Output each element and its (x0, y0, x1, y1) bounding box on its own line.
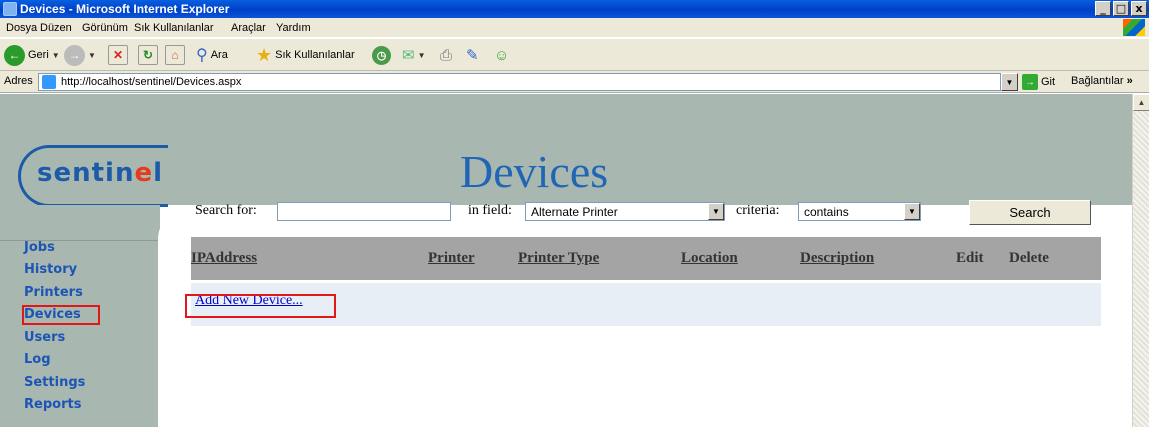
forward-arrow-icon: → (64, 44, 85, 66)
printer-icon: ⎙ (440, 46, 453, 64)
highlight-box-add-device (185, 294, 336, 318)
sidebar-top (0, 205, 160, 240)
search-submit-button[interactable]: Search (969, 200, 1091, 225)
column-printer[interactable]: Printer (428, 250, 475, 267)
print-button[interactable]: ⎙ (440, 44, 452, 66)
chevron-down-icon: ▼ (708, 203, 724, 220)
refresh-icon: ↻ (138, 45, 158, 65)
sidebar-item-users[interactable]: Users (24, 330, 65, 345)
address-input[interactable]: http://localhost/sentinel/Devices.aspx (38, 73, 1001, 91)
go-label: Git (1041, 76, 1056, 88)
page-title: Devices (460, 146, 609, 197)
links-button[interactable]: Bağlantılar » (1071, 75, 1133, 87)
chevron-down-icon: ▼ (904, 203, 920, 220)
minimize-button[interactable]: _ (1095, 1, 1111, 16)
search-button[interactable]: ⚲ Ara (196, 44, 228, 66)
column-delete: Delete (1009, 250, 1049, 266)
menu-edit[interactable]: Düzen (40, 22, 72, 34)
column-edit: Edit (956, 250, 984, 266)
menu-file[interactable]: Dosya (6, 22, 37, 34)
edit-button[interactable]: ✎ (466, 44, 479, 66)
page-icon (42, 75, 56, 89)
stop-icon: ✕ (108, 45, 128, 65)
page-header: sentinel Devices (0, 115, 1132, 207)
home-button[interactable]: ⌂ (165, 44, 185, 66)
sidebar-item-reports[interactable]: Reports (24, 397, 81, 412)
search-for-label: Search for: (195, 203, 257, 218)
history-icon: ◷ (372, 45, 391, 65)
sentinel-logo: sentinel (18, 145, 168, 207)
sidebar-item-log[interactable]: Log (24, 352, 51, 367)
favorites-button[interactable]: ★ Sık Kullanılanlar (256, 44, 355, 66)
chevron-down-icon: ▼ (88, 50, 96, 60)
favorites-label: Sık Kullanılanlar (275, 49, 355, 61)
menu-favorites[interactable]: Sık Kullanılanlar (134, 22, 214, 34)
back-arrow-icon: ← (4, 44, 25, 66)
address-url: http://localhost/sentinel/Devices.aspx (61, 76, 242, 88)
column-description[interactable]: Description (800, 250, 874, 267)
links-label: Bağlantılar (1071, 75, 1124, 87)
close-button[interactable]: x (1131, 1, 1147, 16)
search-form: Search for: in field: Alternate Printer … (195, 200, 1095, 226)
mail-button[interactable]: ✉ ▼ (402, 44, 426, 66)
sidebar-item-jobs[interactable]: Jobs (24, 240, 55, 255)
menu-help[interactable]: Yardım (276, 22, 311, 34)
criteria-select[interactable]: contains ▼ (798, 202, 921, 221)
sidebar-item-history[interactable]: History (24, 262, 77, 277)
go-button[interactable]: → Git (1022, 74, 1055, 90)
back-label: Geri (28, 49, 49, 61)
sidebar-item-printers[interactable]: Printers (24, 285, 83, 300)
address-label: Adres (4, 75, 33, 87)
logo-text: sentinel (37, 158, 164, 188)
criteria-label: criteria: (736, 203, 780, 218)
field-select-value: Alternate Printer (531, 205, 618, 219)
highlight-box-devices (22, 305, 100, 325)
history-button[interactable]: ◷ (372, 44, 391, 66)
column-location[interactable]: Location (681, 250, 738, 267)
windows-logo-icon (1123, 19, 1145, 36)
in-field-label: in field: (468, 203, 512, 218)
menu-view[interactable]: Görünüm (82, 22, 128, 34)
page-content: sentinel Devices Jobs History Printers D… (0, 94, 1132, 427)
messenger-button[interactable]: ☺ (494, 44, 509, 66)
refresh-button[interactable]: ↻ (138, 44, 158, 66)
home-icon: ⌂ (165, 45, 185, 65)
search-label: Ara (210, 49, 228, 61)
ie-app-icon (3, 2, 17, 16)
sidebar-item-settings[interactable]: Settings (24, 375, 85, 390)
criteria-select-value: contains (804, 205, 849, 219)
field-select[interactable]: Alternate Printer ▼ (525, 202, 725, 221)
vertical-scrollbar[interactable]: ▲ (1132, 94, 1149, 427)
chevron-down-icon[interactable]: ▼ (1001, 73, 1018, 91)
stop-button[interactable]: ✕ (108, 44, 128, 66)
chevron-down-icon: ▼ (51, 50, 60, 60)
back-button[interactable]: ← Geri ▼ (4, 44, 60, 66)
column-printer-type[interactable]: Printer Type (518, 250, 599, 267)
forward-button[interactable]: → ▼ (64, 44, 96, 66)
title-bar: Devices - Microsoft Internet Explorer _ … (0, 0, 1149, 18)
window-title: Devices - Microsoft Internet Explorer (20, 2, 230, 16)
messenger-icon: ☺ (494, 46, 510, 64)
chevron-right-icon: » (1126, 75, 1133, 87)
scroll-up-icon[interactable]: ▲ (1133, 94, 1149, 111)
toolbar: ← Geri ▼ → ▼ ✕ ↻ ⌂ ⚲ Ara ★ Sık Kullanıla… (0, 39, 1149, 71)
search-icon: ⚲ (196, 47, 208, 64)
chevron-down-icon: ▼ (417, 50, 426, 60)
star-icon: ★ (256, 44, 273, 65)
mail-icon: ✉ (402, 47, 415, 64)
menu-bar: Dosya Düzen Görünüm Sık Kullanılanlar Ar… (0, 18, 1149, 38)
search-input[interactable] (277, 202, 451, 221)
menu-tools[interactable]: Araçlar (231, 22, 266, 34)
edit-icon: ✎ (466, 47, 479, 64)
maximize-button[interactable]: □ (1113, 1, 1129, 16)
go-arrow-icon: → (1022, 74, 1038, 90)
grid-header: IPAddress Printer Printer Type Location … (191, 237, 1101, 280)
address-bar: Adres http://localhost/sentinel/Devices.… (0, 71, 1149, 93)
header-strip (0, 94, 1132, 115)
column-ipaddress[interactable]: IPAddress (191, 250, 257, 267)
